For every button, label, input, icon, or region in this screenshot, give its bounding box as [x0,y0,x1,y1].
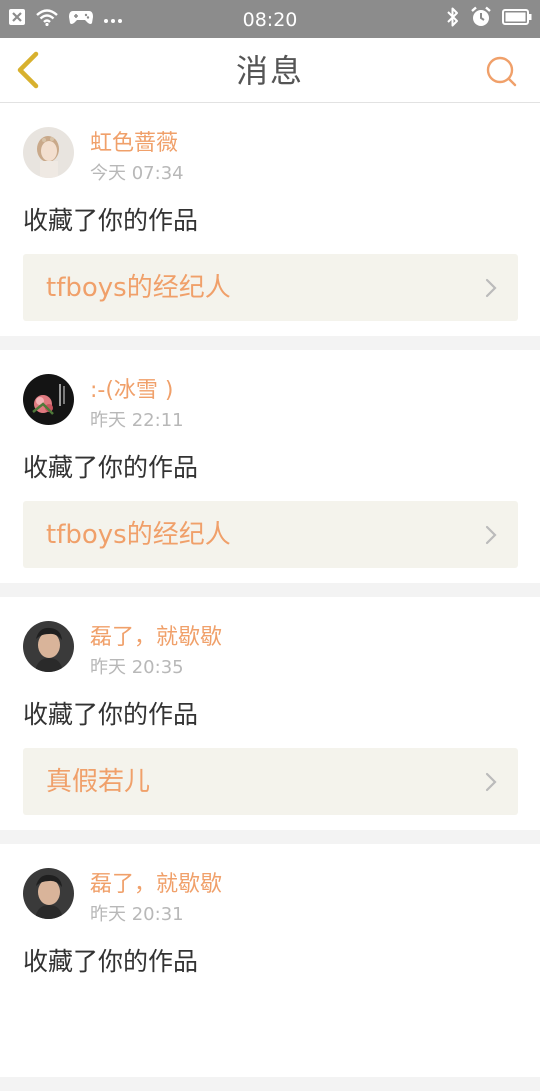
status-right-icons [446,6,532,32]
chevron-right-icon [485,278,497,298]
status-bar: 08:20 [0,0,540,38]
avatar[interactable] [23,374,74,425]
message-time: 昨天 22:11 [90,410,184,431]
work-title: tfboys的经纪人 [46,273,231,303]
work-title: tfboys的经纪人 [46,520,231,550]
message-item: 虹色蔷薇 今天 07:34 收藏了你的作品 tfboys的经纪人 [0,103,540,336]
message-action: 收藏了你的作品 [23,206,199,235]
work-link[interactable]: tfboys的经纪人 [23,254,518,321]
username[interactable]: 虹色蔷薇 [90,131,178,157]
chevron-right-icon [485,772,497,792]
header-bar: 消息 [0,38,540,103]
message-item: 磊了，就歇歇 昨天 20:35 收藏了你的作品 真假若儿 [0,597,540,830]
message-item: 磊了，就歇歇 昨天 20:31 收藏了你的作品 [0,844,540,1077]
username[interactable]: 磊了，就歇歇 [90,872,222,898]
work-link[interactable]: tfboys的经纪人 [23,501,518,568]
page-title: 消息 [235,52,304,90]
chevron-right-icon [485,525,497,545]
avatar[interactable] [23,868,74,919]
work-title: 真假若儿 [46,767,151,797]
search-button[interactable] [484,54,520,90]
alarm-icon [470,6,492,32]
message-time: 昨天 20:35 [90,657,184,678]
username[interactable]: 磊了，就歇歇 [90,625,222,651]
bluetooth-icon [446,6,460,32]
message-time: 今天 07:34 [90,163,184,184]
work-link[interactable]: 真假若儿 [23,748,518,815]
message-list: 虹色蔷薇 今天 07:34 收藏了你的作品 tfboys的经纪人 :-(冰雪 )… [0,103,540,1091]
message-action: 收藏了你的作品 [23,700,199,729]
message-time: 昨天 20:31 [90,904,184,925]
username[interactable]: :-(冰雪 ) [90,378,174,404]
message-item: :-(冰雪 ) 昨天 22:11 收藏了你的作品 tfboys的经纪人 [0,350,540,583]
avatar[interactable] [23,127,74,178]
avatar[interactable] [23,621,74,672]
message-action: 收藏了你的作品 [23,453,199,482]
message-action: 收藏了你的作品 [23,947,199,976]
search-icon [486,56,517,87]
battery-icon [502,8,532,30]
